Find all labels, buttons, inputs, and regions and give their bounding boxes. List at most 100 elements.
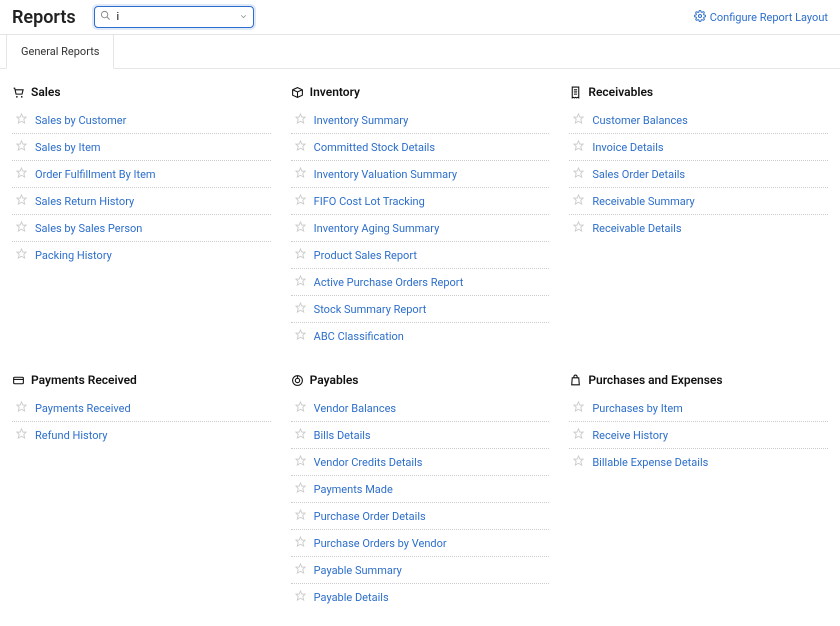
chevron-down-icon[interactable] xyxy=(239,10,248,24)
star-icon[interactable] xyxy=(16,428,27,442)
star-icon[interactable] xyxy=(295,302,306,316)
list-item: Purchases by Item xyxy=(569,395,828,422)
report-link-billable-expense-details[interactable]: Billable Expense Details xyxy=(592,456,708,469)
report-link-receive-history[interactable]: Receive History xyxy=(592,429,668,442)
list-item: Payments Made xyxy=(291,476,550,503)
section-title-text: Payables xyxy=(310,373,359,387)
star-icon[interactable] xyxy=(16,140,27,154)
list-item: Sales by Item xyxy=(12,134,271,161)
report-list: Purchases by Item Receive History Billable… xyxy=(569,395,828,475)
section-payments-received: Payments Received Payments Received Refund… xyxy=(12,373,271,610)
report-link-active-purchase-orders-report[interactable]: Active Purchase Orders Report xyxy=(314,276,464,289)
report-link-fifo-cost-lot-tracking[interactable]: FIFO Cost Lot Tracking xyxy=(314,195,425,208)
star-icon[interactable] xyxy=(295,482,306,496)
list-item: Sales Order Details xyxy=(569,161,828,188)
report-link-invoice-details[interactable]: Invoice Details xyxy=(592,141,663,154)
bag-icon xyxy=(569,374,582,387)
section-title: Sales xyxy=(12,85,271,99)
report-link-payments-made[interactable]: Payments Made xyxy=(314,483,393,496)
report-link-sales-by-customer[interactable]: Sales by Customer xyxy=(35,114,126,127)
star-icon[interactable] xyxy=(295,140,306,154)
star-icon[interactable] xyxy=(573,401,584,415)
star-icon[interactable] xyxy=(295,275,306,289)
star-icon[interactable] xyxy=(16,113,27,127)
cart-icon xyxy=(12,86,25,99)
page-title: Reports xyxy=(12,7,76,28)
report-link-vendor-balances[interactable]: Vendor Balances xyxy=(314,402,396,415)
report-link-receivable-details[interactable]: Receivable Details xyxy=(592,222,681,235)
list-item: Invoice Details xyxy=(569,134,828,161)
star-icon[interactable] xyxy=(295,221,306,235)
list-item: Vendor Balances xyxy=(291,395,550,422)
star-icon[interactable] xyxy=(295,590,306,604)
star-icon[interactable] xyxy=(573,221,584,235)
section-title: Purchases and Expenses xyxy=(569,373,828,387)
report-link-payments-received[interactable]: Payments Received xyxy=(35,402,131,415)
report-link-abc-classification[interactable]: ABC Classification xyxy=(314,330,404,343)
report-link-order-fulfillment-by-item[interactable]: Order Fulfillment By Item xyxy=(35,168,156,181)
report-link-sales-by-sales-person[interactable]: Sales by Sales Person xyxy=(35,222,142,235)
gear-icon xyxy=(694,10,706,25)
report-link-payable-summary[interactable]: Payable Summary xyxy=(314,564,402,577)
section-title: Payments Received xyxy=(12,373,271,387)
report-list: Inventory Summary Committed Stock Details… xyxy=(291,107,550,349)
star-icon[interactable] xyxy=(295,563,306,577)
report-link-stock-summary-report[interactable]: Stock Summary Report xyxy=(314,303,427,316)
report-link-customer-balances[interactable]: Customer Balances xyxy=(592,114,687,127)
star-icon[interactable] xyxy=(16,221,27,235)
report-link-inventory-valuation-summary[interactable]: Inventory Valuation Summary xyxy=(314,168,457,181)
report-link-sales-order-details[interactable]: Sales Order Details xyxy=(592,168,685,181)
star-icon[interactable] xyxy=(295,194,306,208)
target-icon xyxy=(291,374,304,387)
report-link-inventory-aging-summary[interactable]: Inventory Aging Summary xyxy=(314,222,440,235)
list-item: Sales by Sales Person xyxy=(12,215,271,242)
configure-report-layout-link[interactable]: Configure Report Layout xyxy=(694,10,828,25)
star-icon[interactable] xyxy=(295,113,306,127)
star-icon[interactable] xyxy=(573,428,584,442)
star-icon[interactable] xyxy=(573,113,584,127)
list-item: Sales by Customer xyxy=(12,107,271,134)
list-item: Payable Details xyxy=(291,584,550,610)
list-item: Bills Details xyxy=(291,422,550,449)
star-icon[interactable] xyxy=(573,455,584,469)
report-list: Customer Balances Invoice Details Sales Or… xyxy=(569,107,828,241)
star-icon[interactable] xyxy=(295,509,306,523)
star-icon[interactable] xyxy=(16,167,27,181)
star-icon[interactable] xyxy=(295,455,306,469)
report-link-refund-history[interactable]: Refund History xyxy=(35,429,108,442)
report-link-product-sales-report[interactable]: Product Sales Report xyxy=(314,249,417,262)
star-icon[interactable] xyxy=(16,194,27,208)
search-input[interactable] xyxy=(94,6,254,28)
star-icon[interactable] xyxy=(573,167,584,181)
report-link-bills-details[interactable]: Bills Details xyxy=(314,429,371,442)
report-link-inventory-summary[interactable]: Inventory Summary xyxy=(314,114,409,127)
report-link-packing-history[interactable]: Packing History xyxy=(35,249,112,262)
report-link-sales-by-item[interactable]: Sales by Item xyxy=(35,141,101,154)
report-link-purchases-by-item[interactable]: Purchases by Item xyxy=(592,402,682,415)
report-link-sales-return-history[interactable]: Sales Return History xyxy=(35,195,134,208)
report-link-receivable-summary[interactable]: Receivable Summary xyxy=(592,195,694,208)
star-icon[interactable] xyxy=(16,401,27,415)
star-icon[interactable] xyxy=(573,194,584,208)
tab-general-reports[interactable]: General Reports xyxy=(6,35,114,69)
section-title: Inventory xyxy=(291,85,550,99)
star-icon[interactable] xyxy=(16,248,27,262)
star-icon[interactable] xyxy=(295,536,306,550)
report-link-purchase-orders-by-vendor[interactable]: Purchase Orders by Vendor xyxy=(314,537,447,550)
star-icon[interactable] xyxy=(295,329,306,343)
report-link-committed-stock-details[interactable]: Committed Stock Details xyxy=(314,141,435,154)
report-link-vendor-credits-details[interactable]: Vendor Credits Details xyxy=(314,456,423,469)
report-link-payable-details[interactable]: Payable Details xyxy=(314,591,389,604)
star-icon[interactable] xyxy=(295,428,306,442)
report-link-purchase-order-details[interactable]: Purchase Order Details xyxy=(314,510,426,523)
star-icon[interactable] xyxy=(295,167,306,181)
section-receivables: ReceivablesCustomer BalancesInvoice Deta… xyxy=(569,85,828,349)
star-icon[interactable] xyxy=(295,248,306,262)
list-item: Refund History xyxy=(12,422,271,448)
star-icon[interactable] xyxy=(295,401,306,415)
list-item: Inventory Summary xyxy=(291,107,550,134)
list-item: Sales Return History xyxy=(12,188,271,215)
star-icon[interactable] xyxy=(573,140,584,154)
list-item: Receivable Summary xyxy=(569,188,828,215)
report-search xyxy=(94,6,254,28)
